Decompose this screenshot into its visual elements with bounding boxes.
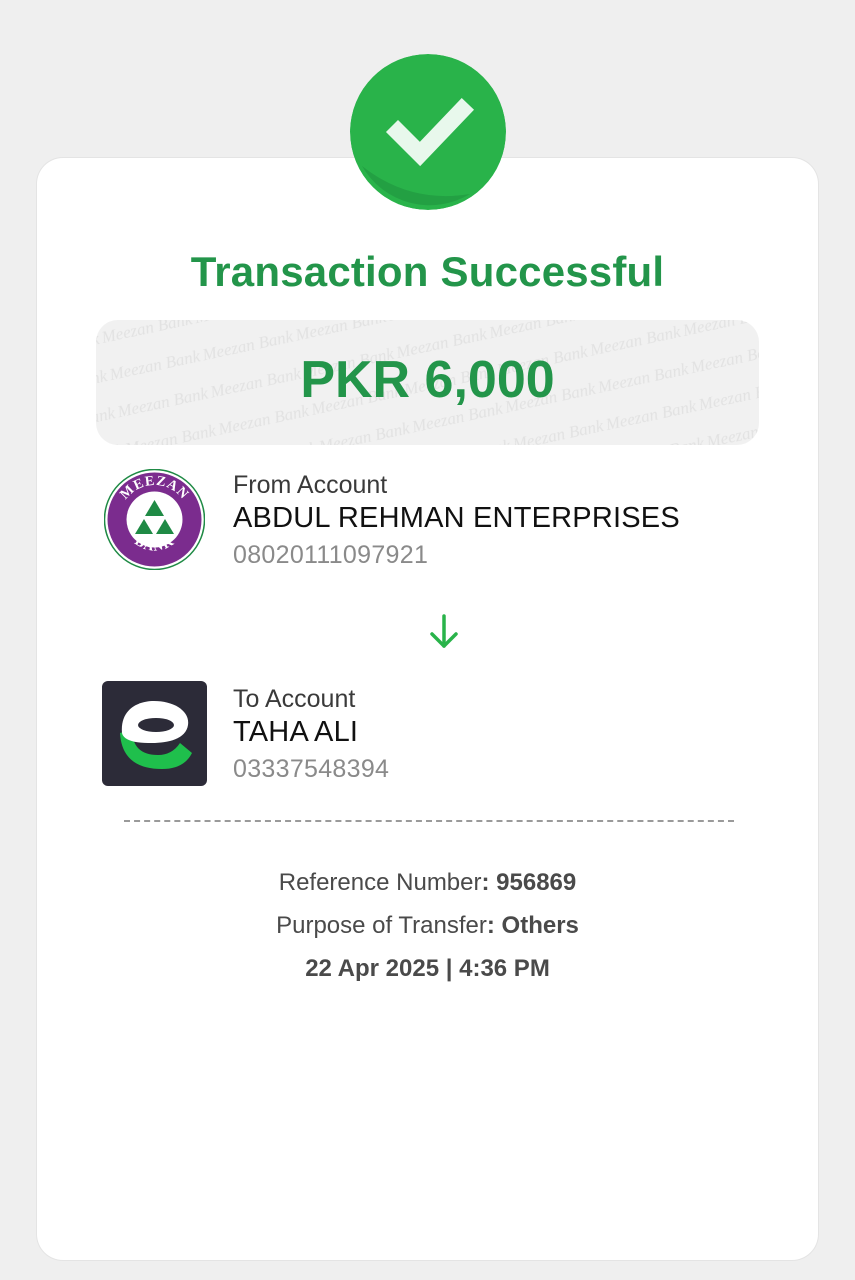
receipt-page: Transaction Successful Meezan Bank PKR 6… <box>0 0 855 1280</box>
wallet-app-logo <box>102 681 207 786</box>
to-account-number: 03337548394 <box>233 755 390 783</box>
from-account-label: From Account <box>233 471 388 499</box>
status-title: Transaction Successful <box>190 248 665 295</box>
checkmark-icon <box>350 54 506 210</box>
purpose-value: : Others <box>486 912 579 939</box>
reference-label: Reference Number <box>278 869 482 896</box>
reference-value: : 956869 <box>481 869 577 896</box>
to-account-name: TAHA ALI <box>233 716 359 748</box>
from-account-name: ABDUL REHMAN ENTERPRISES <box>233 502 680 534</box>
dashed-divider <box>124 820 734 822</box>
purpose-line: Purpose of Transfer: Others <box>0 912 855 940</box>
from-account-number: 08020111097921 <box>233 541 429 569</box>
purpose-label: Purpose of Transfer <box>276 912 487 939</box>
arrow-down-icon <box>426 612 462 652</box>
to-account-label: To Account <box>233 685 356 713</box>
amount-value: PKR 6,000 <box>300 351 555 409</box>
transaction-datetime: 22 Apr 2025 | 4:36 PM <box>305 955 550 982</box>
meezan-bank-logo: MEEZAN BANK <box>103 468 206 571</box>
reference-number-line: Reference Number: 956869 <box>0 869 855 897</box>
